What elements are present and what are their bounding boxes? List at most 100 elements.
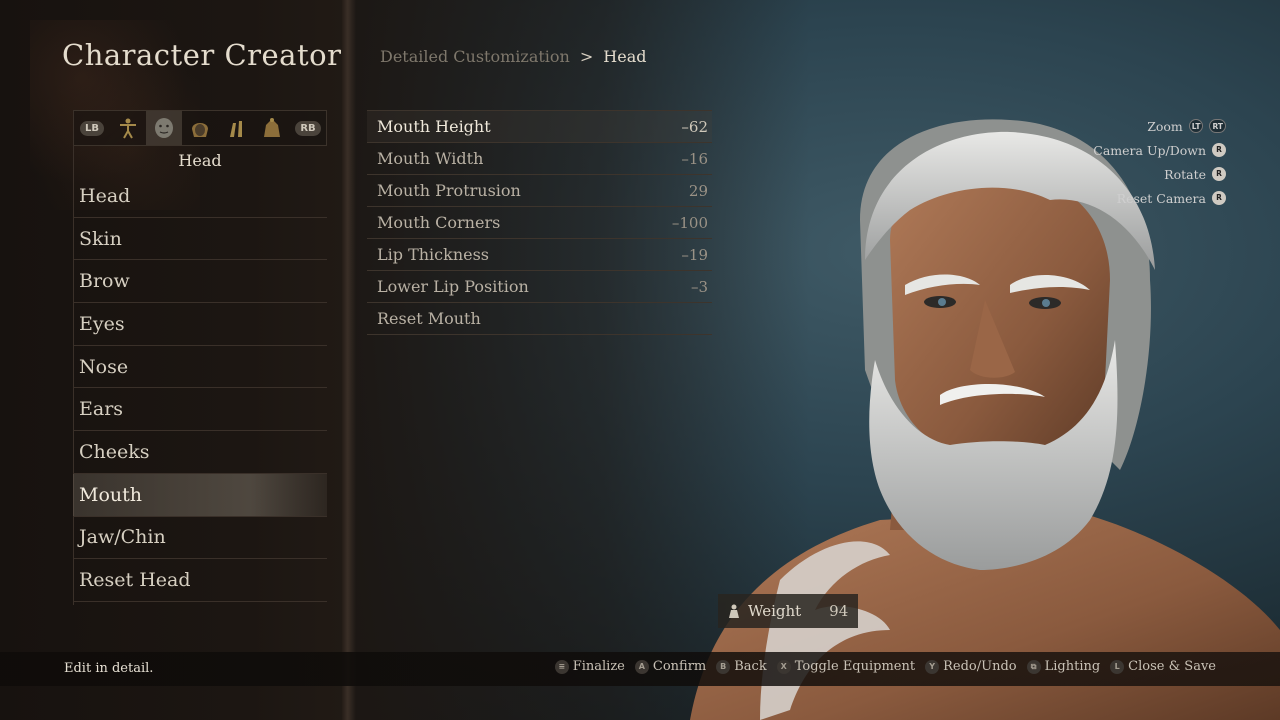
param-mouth-height[interactable]: Mouth Height –62 <box>367 111 712 143</box>
tab-hair[interactable] <box>182 111 218 145</box>
param-lower-lip-position[interactable]: Lower Lip Position –3 <box>367 271 712 303</box>
confirm-action[interactable]: A Confirm <box>634 659 707 674</box>
action-label: Toggle Equipment <box>794 659 916 674</box>
param-label: Mouth Height <box>377 117 491 136</box>
menu-item-label: Jaw/Chin <box>79 526 166 549</box>
menu-item-label: Cheeks <box>79 440 150 463</box>
zoom-label: Zoom <box>1147 118 1183 134</box>
camera-controls: Zoom LT RT Camera Up/Down R Rotate R Res… <box>1093 114 1226 210</box>
breadcrumb-separator: > <box>579 47 594 66</box>
action-label: Finalize <box>572 659 625 674</box>
tab-physique[interactable] <box>254 111 290 145</box>
camera-reset-control[interactable]: Reset Camera R <box>1093 186 1226 210</box>
lb-tab-button[interactable]: LB <box>74 111 110 145</box>
menu-item-brow[interactable]: Brow <box>73 260 327 304</box>
param-label: Mouth Corners <box>377 213 501 232</box>
y-button-icon: Y <box>925 659 940 674</box>
menu-item-label: Mouth <box>79 483 143 506</box>
rt-button-icon: RT <box>1209 119 1226 133</box>
body-icon <box>120 118 136 139</box>
menu-item-jaw-chin[interactable]: Jaw/Chin <box>73 517 327 560</box>
tab-makeup[interactable] <box>218 111 254 145</box>
toggle-equipment-action[interactable]: X Toggle Equipment <box>776 659 916 674</box>
action-label: Back <box>734 659 767 674</box>
action-label: Close & Save <box>1128 659 1216 674</box>
menu-button-icon: ≡ <box>554 659 569 674</box>
a-button-icon: A <box>634 659 649 674</box>
face-icon <box>155 118 173 138</box>
right-stick-icon: R <box>1212 167 1226 181</box>
param-label: Mouth Protrusion <box>377 181 521 200</box>
param-value: –62 <box>681 117 708 136</box>
menu-item-mouth[interactable]: Mouth <box>73 473 327 517</box>
action-label: Redo/Undo <box>943 659 1017 674</box>
menu-item-label: Eyes <box>79 312 125 335</box>
weight-icon <box>729 604 739 618</box>
menu-item-skin[interactable]: Skin <box>73 218 327 261</box>
rotate-label: Rotate <box>1164 166 1206 182</box>
panel-edge <box>342 0 356 720</box>
menu-item-eyes[interactable]: Eyes <box>73 303 327 346</box>
rb-tab-button[interactable]: RB <box>290 111 326 145</box>
finalize-action[interactable]: ≡ Finalize <box>554 659 625 674</box>
close-save-action[interactable]: L Close & Save <box>1110 659 1216 674</box>
param-value: –3 <box>690 277 708 296</box>
param-mouth-protrusion[interactable]: Mouth Protrusion 29 <box>367 175 712 207</box>
action-label: Confirm <box>652 659 707 674</box>
reset-camera-label: Reset Camera <box>1116 190 1206 206</box>
reset-mouth-button[interactable]: Reset Mouth <box>367 303 712 335</box>
menu-item-head[interactable]: Head <box>73 175 327 218</box>
camera-updown-control[interactable]: Camera Up/Down R <box>1093 138 1226 162</box>
breadcrumb-current: Head <box>603 47 647 66</box>
parameter-list: Mouth Height –62 Mouth Width –16 Mouth P… <box>367 110 712 335</box>
right-stick-press-icon: R <box>1212 191 1226 205</box>
b-button-icon: B <box>716 659 731 674</box>
action-label: Lighting <box>1044 659 1101 674</box>
lt-button-icon: LT <box>1188 119 1204 133</box>
lighting-action[interactable]: ⧉ Lighting <box>1026 659 1101 674</box>
weight-value: 94 <box>829 602 849 620</box>
param-label: Lower Lip Position <box>377 277 529 296</box>
param-lip-thickness[interactable]: Lip Thickness –19 <box>367 239 712 271</box>
param-value: –16 <box>681 149 708 168</box>
param-label: Mouth Width <box>377 149 484 168</box>
category-tab-bar: LB RB <box>73 110 327 146</box>
param-value: 29 <box>688 181 708 200</box>
param-label: Reset Mouth <box>377 309 481 328</box>
weight-label: Weight <box>748 602 802 620</box>
param-label: Lip Thickness <box>377 245 490 264</box>
param-mouth-corners[interactable]: Mouth Corners –100 <box>367 207 712 239</box>
muscle-icon <box>264 118 280 137</box>
param-value: –100 <box>671 213 708 232</box>
breadcrumb-parent[interactable]: Detailed Customization <box>380 47 570 66</box>
menu-item-label: Head <box>79 184 131 207</box>
weight-indicator: Weight 94 <box>718 594 858 628</box>
menu-item-nose[interactable]: Nose <box>73 346 327 389</box>
page-title: Character Creator <box>62 38 342 72</box>
redo-undo-action[interactable]: Y Redo/Undo <box>925 659 1017 674</box>
menu-item-ears[interactable]: Ears <box>73 388 327 432</box>
camera-updown-label: Camera Up/Down <box>1093 142 1206 158</box>
menu-item-label: Nose <box>79 355 129 378</box>
view-button-icon: ⧉ <box>1026 659 1041 674</box>
makeup-icon <box>230 121 242 137</box>
menu-item-reset-head[interactable]: Reset Head <box>73 559 327 602</box>
category-menu: Head Skin Brow Eyes Nose Ears Cheeks Mou… <box>73 175 327 602</box>
right-stick-icon: R <box>1212 143 1226 157</box>
menu-item-cheeks[interactable]: Cheeks <box>73 431 327 474</box>
menu-item-label: Brow <box>79 270 130 293</box>
help-hint: Edit in detail. <box>64 661 154 676</box>
left-stick-icon: L <box>1110 659 1125 674</box>
back-action[interactable]: B Back <box>716 659 767 674</box>
active-tab-label: Head <box>178 151 222 170</box>
lb-button-label: LB <box>80 120 104 136</box>
tab-head[interactable] <box>146 111 182 145</box>
tab-body[interactable] <box>110 111 146 145</box>
hair-icon <box>192 123 208 137</box>
param-mouth-width[interactable]: Mouth Width –16 <box>367 143 712 175</box>
menu-item-label: Skin <box>79 227 122 250</box>
camera-rotate-control[interactable]: Rotate R <box>1093 162 1226 186</box>
camera-zoom-control[interactable]: Zoom LT RT <box>1093 114 1226 138</box>
breadcrumb: Detailed Customization > Head <box>380 47 646 66</box>
action-prompts: ≡ Finalize A Confirm B Back X Toggle Equ… <box>554 659 1216 674</box>
